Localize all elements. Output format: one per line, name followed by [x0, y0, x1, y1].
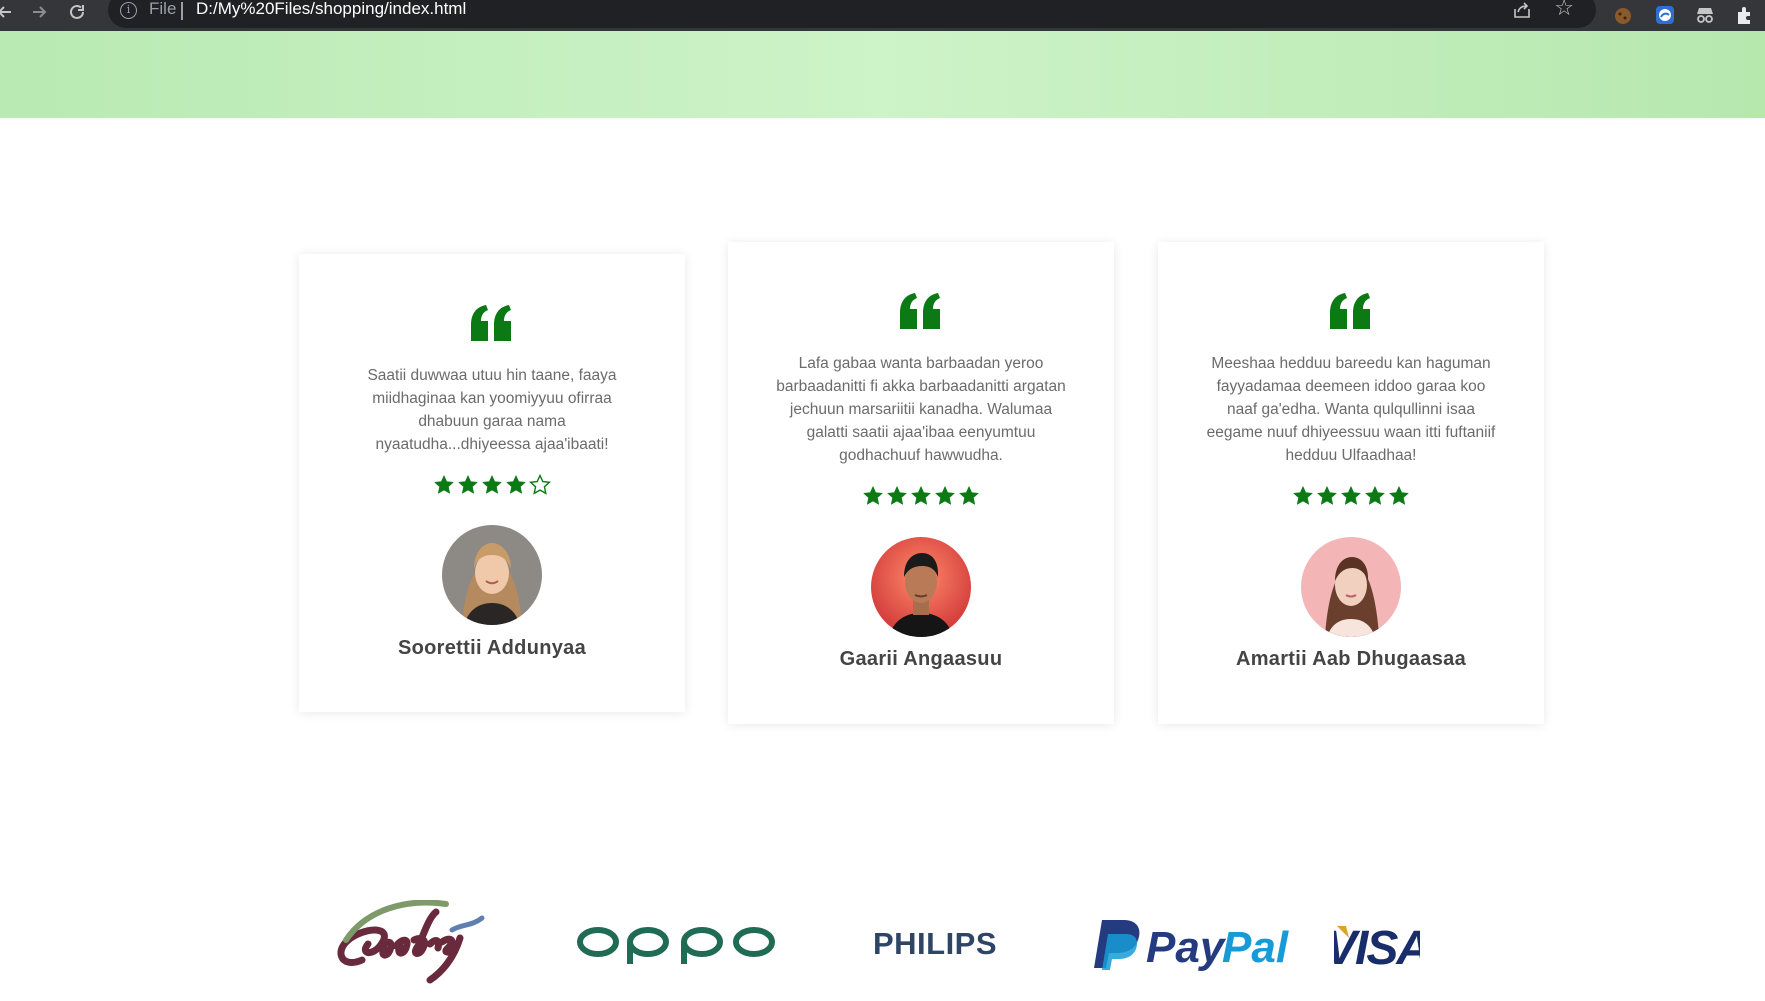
extension-profile-icon[interactable]	[1654, 4, 1676, 26]
star-filled-icon	[506, 474, 526, 494]
review-line: Saatii duwwaa utuu hin taane, faaya	[367, 367, 617, 384]
reload-icon[interactable]	[64, 2, 90, 28]
review-line: eegame nuuf dhiyeessuu waan itti fuftani…	[1206, 424, 1496, 441]
avatar	[442, 525, 542, 625]
star-rating	[728, 485, 1114, 509]
star-empty-icon	[529, 474, 551, 495]
star-filled-icon	[1341, 485, 1361, 505]
svg-text:PHILIPS: PHILIPS	[873, 926, 997, 961]
reviewer-name: Gaarii Angaasuu	[839, 648, 1003, 670]
testimonial-card: Meeshaa hedduu bareedu kan haguman fayya…	[1158, 242, 1544, 724]
star-filled-icon	[482, 474, 502, 494]
review-line: fayyadamaa deemeen iddoo garaa koo	[1216, 378, 1486, 395]
star-filled-icon	[1389, 485, 1409, 505]
review-line: hedduu Ulfaadhaa!	[1285, 447, 1417, 464]
browser-toolbar: i File D:/My%20Files/shopping/index.html…	[0, 0, 1765, 31]
review-line: naaf ga'edha. Wanta qulqullinni isaa	[1227, 401, 1475, 418]
extension-cookie-icon[interactable]	[1612, 4, 1634, 26]
svg-text:VISA: VISA	[1334, 922, 1420, 970]
avatar	[871, 537, 971, 637]
extension-incognito-icon[interactable]	[1694, 4, 1716, 26]
review-line: Meeshaa hedduu bareedu kan haguman	[1211, 355, 1491, 372]
bookmark-star-icon[interactable]: ☆	[1554, 0, 1574, 20]
review-line: Lafa gabaa wanta barbaadan yeroo	[798, 355, 1044, 372]
star-filled-icon	[887, 485, 907, 505]
visa-logo: VISA	[1325, 918, 1431, 975]
quote-icon	[469, 305, 513, 341]
star-filled-icon	[1317, 485, 1337, 505]
scheme-label: File	[149, 0, 177, 18]
philips-logo: PHILIPS	[868, 924, 1002, 962]
reviewer-name: Soorettii Addunyaa	[397, 637, 586, 659]
star-filled-icon	[1365, 485, 1385, 505]
star-filled-icon	[935, 485, 955, 505]
review-text: Lafa gabaa wanta barbaadan yeroo barbaad…	[756, 352, 1086, 467]
review-line: jechuun marsariitii kanadha. Walumaa	[789, 401, 1053, 418]
star-filled-icon	[434, 474, 454, 494]
review-line: miidhaginaa kan yoomiyyuu ofirraa	[372, 390, 612, 407]
review-line: godhachuuf hawwudha.	[839, 447, 1003, 464]
godrej-logo	[332, 899, 504, 986]
url-text[interactable]: D:/My%20Files/shopping/index.html	[196, 0, 466, 19]
woman-pink-background-portrait	[1301, 537, 1401, 637]
star-rating	[299, 474, 685, 498]
address-bar[interactable]: i File D:/My%20Files/shopping/index.html…	[108, 0, 1596, 28]
quote-icon	[898, 293, 942, 329]
star-filled-icon	[458, 474, 478, 494]
share-icon[interactable]	[1512, 0, 1532, 20]
back-arrow-icon[interactable]	[0, 2, 18, 28]
woman-blonde-portrait	[442, 525, 542, 625]
review-text: Saatii duwwaa utuu hin taane, faaya miid…	[327, 364, 657, 456]
quote-icon	[1328, 293, 1372, 329]
forward-arrow-icon[interactable]	[26, 2, 52, 28]
reviewer-name: Amartii Aab Dhugaasaa	[1235, 648, 1467, 670]
star-filled-icon	[959, 485, 979, 505]
svg-text:Pay: Pay	[1146, 923, 1227, 972]
star-filled-icon	[911, 485, 931, 505]
review-line: nyaatudha...dhiyeessa ajaa'ibaati!	[375, 436, 609, 453]
star-filled-icon	[1293, 485, 1313, 505]
star-filled-icon	[863, 485, 883, 505]
address-separator	[181, 2, 183, 20]
man-dark-hair-portrait	[871, 537, 971, 637]
review-line: galatti saatii ajaa'ibaa eenyumtuu	[806, 424, 1036, 441]
paypal-logo: Pay Pal	[1084, 916, 1298, 972]
oppo-logo	[576, 922, 776, 966]
extension-icon[interactable]	[1734, 4, 1756, 26]
testimonial-card: Saatii duwwaa utuu hin taane, faaya miid…	[299, 254, 685, 712]
svg-text:Pal: Pal	[1222, 923, 1289, 972]
review-line: barbaadanitti fi akka barbaadanitti arga…	[776, 378, 1066, 395]
testimonial-card: Lafa gabaa wanta barbaadan yeroo barbaad…	[728, 242, 1114, 724]
avatar	[1301, 537, 1401, 637]
header-banner	[0, 31, 1765, 118]
review-text: Meeshaa hedduu bareedu kan haguman fayya…	[1186, 352, 1516, 467]
info-icon[interactable]: i	[120, 2, 137, 19]
star-rating	[1158, 485, 1544, 509]
review-line: dhabuun garaa nama	[418, 413, 566, 430]
